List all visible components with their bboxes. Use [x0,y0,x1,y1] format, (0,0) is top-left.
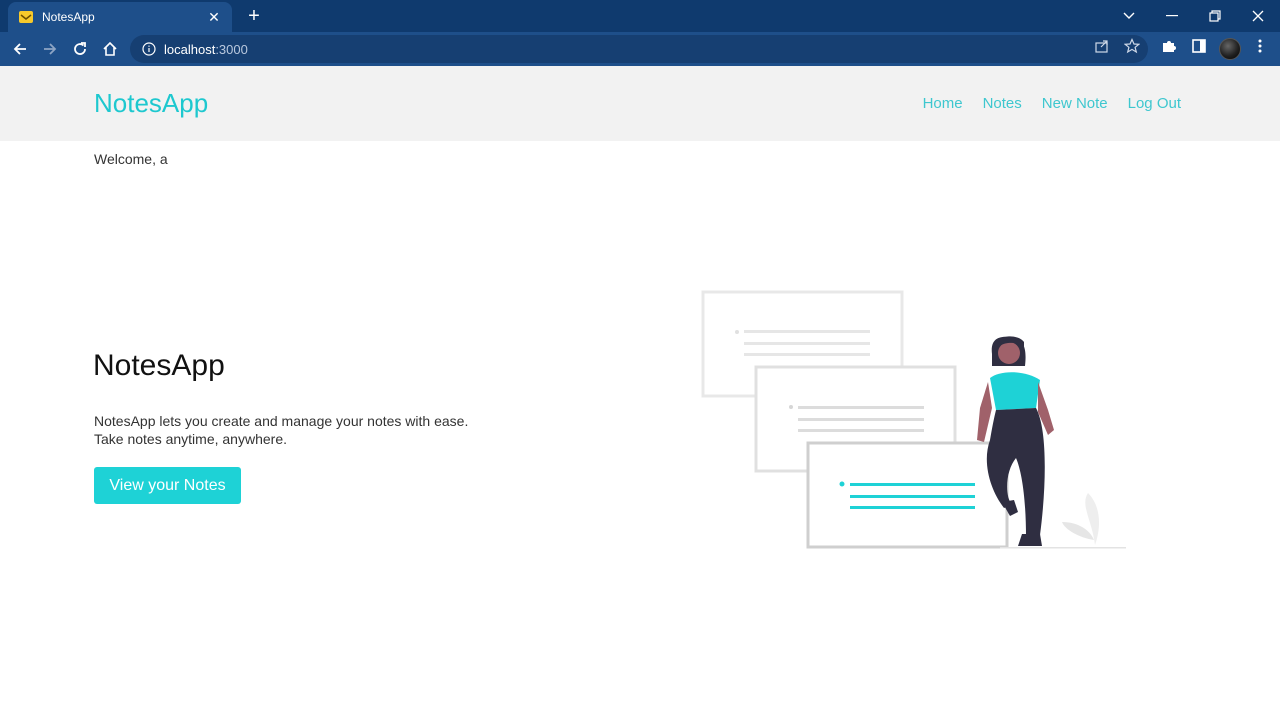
profile-avatar[interactable] [1219,38,1241,60]
nav-links: Home Notes New Note Log Out [923,95,1181,112]
site-info-icon[interactable] [142,42,156,56]
bookmark-star-icon[interactable] [1123,38,1141,54]
nav-link-new-note[interactable]: New Note [1042,95,1108,112]
minimize-icon[interactable] [1150,0,1194,32]
browser-tab[interactable]: NotesApp ✕ [8,2,232,32]
home-icon[interactable] [98,37,122,61]
tab-title: NotesApp [42,10,95,24]
reload-icon[interactable] [68,37,92,61]
welcome-message: Welcome, a [94,151,168,167]
browser-toolbar: localhost:3000 [0,32,1280,66]
hero-title: NotesApp [93,349,225,382]
brand-logo[interactable]: NotesApp [94,88,208,119]
browser-tab-bar: NotesApp ✕ + [0,0,1280,32]
address-bar[interactable]: localhost:3000 [130,35,1148,63]
hero-description-line-1: NotesApp lets you create and manage your… [94,413,469,429]
hero-description: NotesApp lets you create and manage your… [94,412,534,448]
restore-icon[interactable] [1193,0,1237,32]
tab-search-chevron-icon[interactable] [1107,0,1151,32]
view-notes-button[interactable]: View your Notes [94,467,241,504]
url-host: localhost [164,41,216,57]
share-icon[interactable] [1094,38,1110,54]
nav-link-log-out[interactable]: Log Out [1128,95,1181,112]
more-menu-icon[interactable] [1252,38,1268,54]
close-tab-icon[interactable]: ✕ [206,9,222,25]
nav-link-home[interactable]: Home [923,95,963,112]
url-port: :3000 [215,41,248,57]
close-window-icon[interactable] [1236,0,1280,32]
hero-description-line-2: Take notes anytime, anywhere. [94,431,287,447]
notes-illustration [700,290,1130,560]
extensions-puzzle-icon[interactable] [1161,38,1177,54]
app-navbar: NotesApp Home Notes New Note Log Out [0,66,1280,141]
new-tab-button[interactable]: + [244,6,264,26]
notes-favicon-icon [18,9,34,25]
nav-link-notes[interactable]: Notes [983,95,1022,112]
side-panel-icon[interactable] [1191,38,1207,54]
forward-arrow-icon[interactable] [38,37,62,61]
back-arrow-icon[interactable] [8,37,32,61]
